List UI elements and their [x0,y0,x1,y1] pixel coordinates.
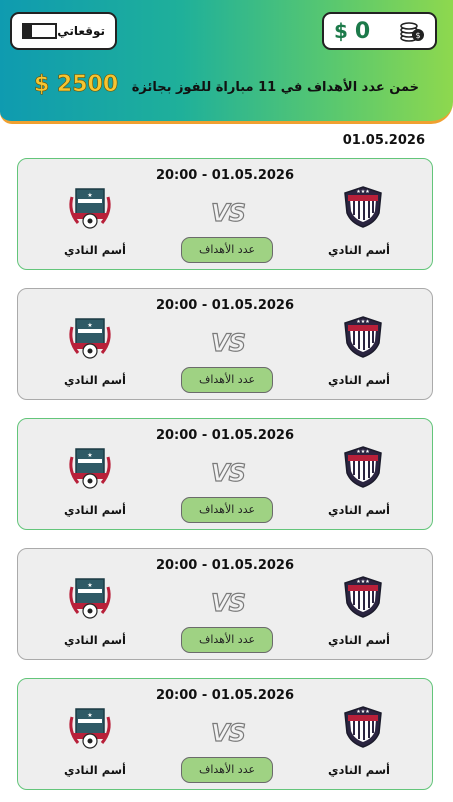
svg-text:★: ★ [87,322,92,329]
svg-text:$: $ [415,31,420,40]
match-datetime: 20:00 - 01.05.2026 [155,168,295,183]
away-team-crest-icon: ★ [69,448,111,489]
goals-count-button[interactable]: عدد الأهداف [181,757,273,783]
home-team-name: أسم النادي [328,373,390,387]
away-team-name: أسم النادي [64,243,126,257]
away-team-name: أسم النادي [64,503,126,517]
goals-count-button[interactable]: عدد الأهداف [181,237,273,263]
svg-text:★★★: ★★★ [356,319,370,325]
versus-label: VS [210,588,246,617]
match-datetime: 20:00 - 01.05.2026 [155,688,295,703]
home-team-crest-icon: ★★★ [344,576,382,618]
goals-count-button[interactable]: عدد الأهداف [181,497,273,523]
home-team-name: أسم النادي [328,763,390,777]
svg-text:★★★: ★★★ [356,449,370,455]
versus-label: VS [210,328,246,357]
home-team-crest-icon: ★★★ [344,706,382,748]
my-predictions-button[interactable]: توقعاتي [10,12,117,50]
home-team-crest-icon: ★★★ [344,316,382,358]
svg-text:★: ★ [87,712,92,719]
coins-stack-icon: $ [400,22,424,42]
predictions-label: توقعاتي [57,24,105,38]
promo-headline: خمن عدد الأهداف في 11 مباراة للفوز بجائز… [33,72,420,98]
away-team-crest-icon: ★ [69,708,111,749]
home-team-name: أسم النادي [328,633,390,647]
goals-count-button[interactable]: عدد الأهداف [181,367,273,393]
away-team-crest-icon: ★ [69,318,111,359]
prize-amount: 2500 $ [33,72,119,98]
versus-label: VS [210,718,246,747]
match-datetime: 20:00 - 01.05.2026 [155,428,295,443]
match-card[interactable]: 20:00 - 01.05.2026 ★★★ ★ VS أسم النادي أ… [17,678,433,790]
versus-label: VS [210,198,246,227]
match-card[interactable]: 20:00 - 01.05.2026 ★★★ ★ VS أسم النادي أ… [17,548,433,660]
home-team-name: أسم النادي [328,243,390,257]
home-team-crest-icon: ★★★ [344,446,382,488]
match-card[interactable]: 20:00 - 01.05.2026 ★★★ ★ VS أسم النادي أ… [17,288,433,400]
svg-text:★★★: ★★★ [356,579,370,585]
matches-date: 01.05.2026 [342,133,425,148]
match-datetime: 20:00 - 01.05.2026 [155,558,295,573]
svg-text:★: ★ [87,582,92,589]
match-card[interactable]: 20:00 - 01.05.2026 ★★★ ★ VS أسم النادي أ… [17,158,433,270]
match-datetime: 20:00 - 01.05.2026 [155,298,295,313]
svg-text:★★★: ★★★ [356,189,370,195]
svg-text:★★★: ★★★ [356,709,370,715]
away-team-name: أسم النادي [64,633,126,647]
svg-text:★: ★ [87,192,92,199]
svg-text:★: ★ [87,452,92,459]
home-team-crest-icon: ★★★ [344,186,382,228]
match-card[interactable]: 20:00 - 01.05.2026 ★★★ ★ VS أسم النادي أ… [17,418,433,530]
away-team-crest-icon: ★ [69,188,111,229]
versus-label: VS [210,458,246,487]
away-team-name: أسم النادي [64,373,126,387]
away-team-name: أسم النادي [64,763,126,777]
goals-count-button[interactable]: عدد الأهداف [181,627,273,653]
home-team-name: أسم النادي [328,503,390,517]
away-team-crest-icon: ★ [69,578,111,619]
balance-pill[interactable]: $ 0 $ [322,12,437,50]
balance-amount: $ 0 [334,18,371,44]
top-header: $ 0 $ توقعاتي خمن عدد الأهداف في 11 مبار… [0,0,453,124]
predictions-icon [22,23,58,39]
